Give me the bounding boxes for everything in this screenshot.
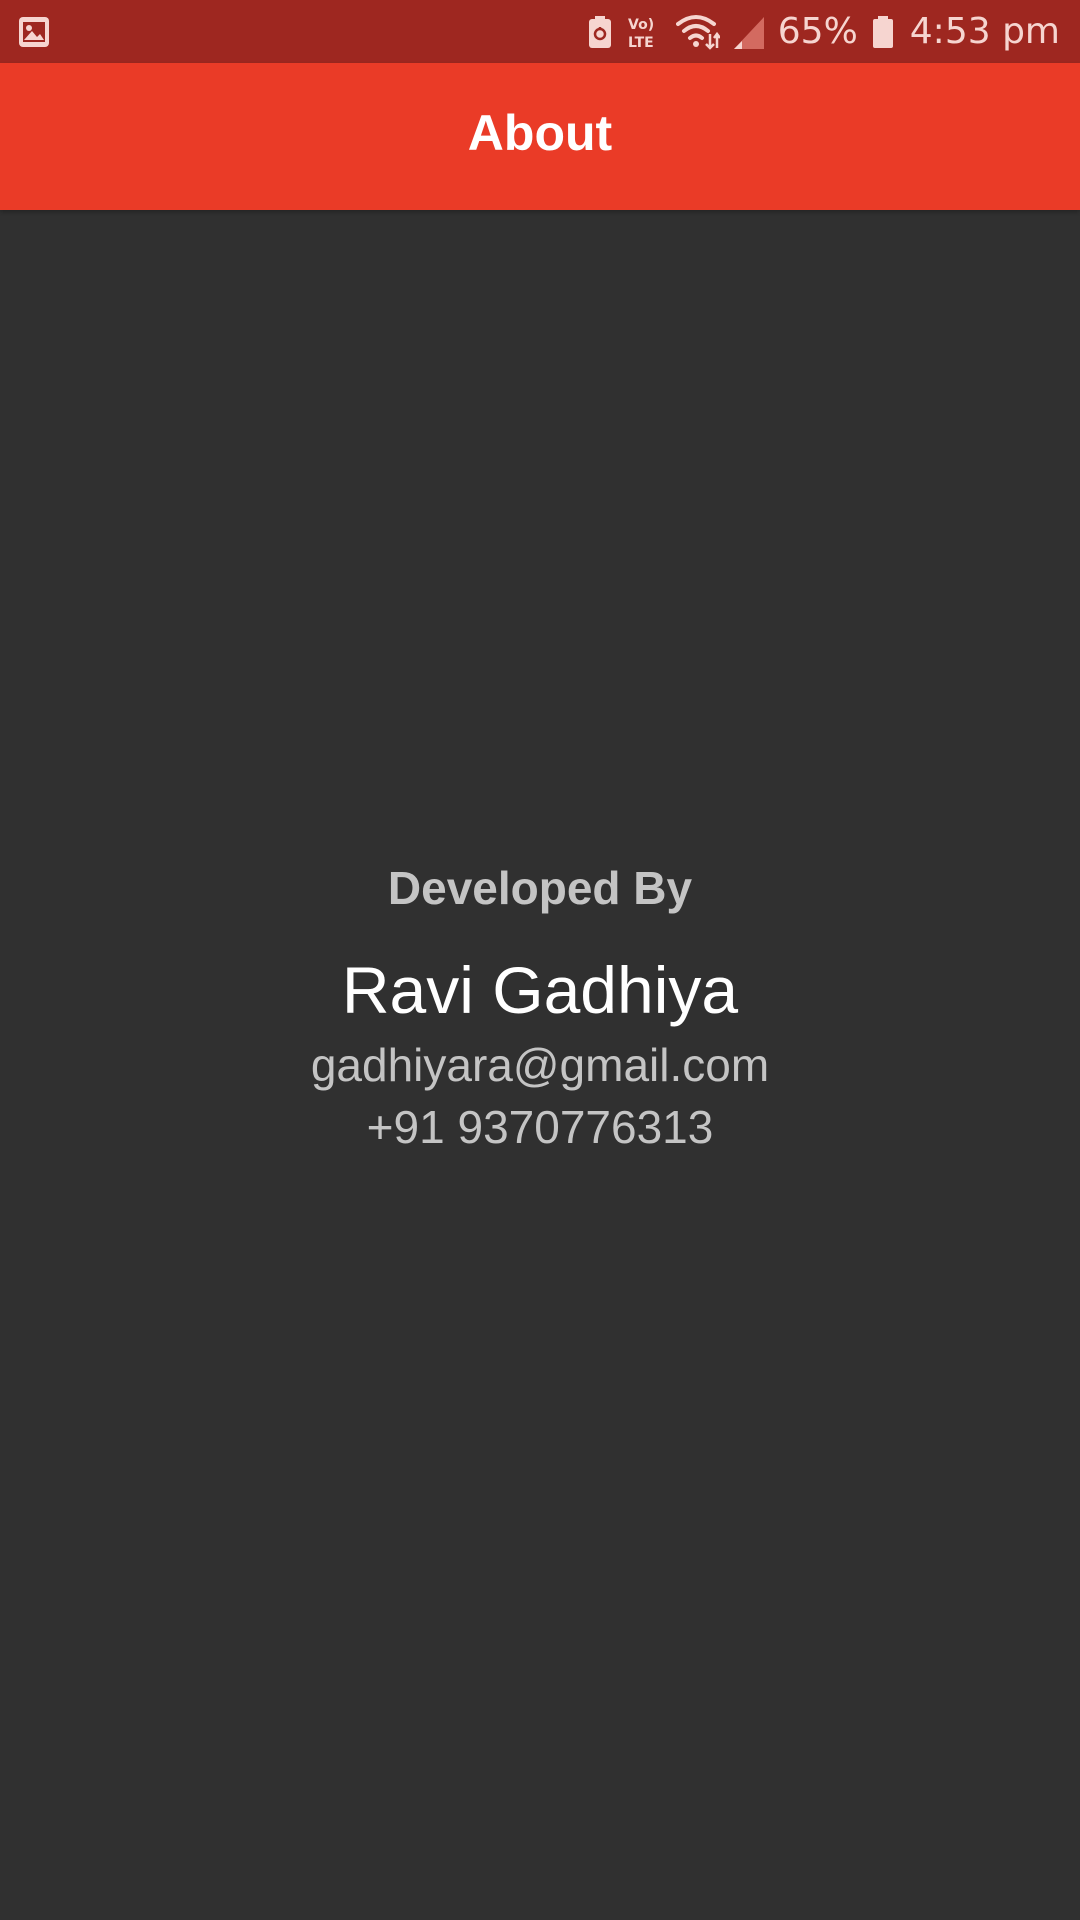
battery-percentage: 65% xyxy=(777,11,858,52)
status-bar-left xyxy=(18,14,50,50)
status-bar-right: Vo) LTE 65% 4:53 pm xyxy=(588,0,1060,63)
svg-text:Vo): Vo) xyxy=(628,17,654,33)
signal-icon xyxy=(733,15,764,49)
app-bar: About xyxy=(0,63,1080,210)
developer-email[interactable]: gadhiyara@gmail.com xyxy=(0,1034,1080,1096)
battery-saver-icon xyxy=(588,15,612,49)
status-clock: 4:53 pm xyxy=(909,11,1060,52)
battery-icon xyxy=(872,15,894,49)
wifi-icon xyxy=(675,14,720,50)
developer-name: Ravi Gadhiya xyxy=(341,953,739,1027)
about-content: Developed By Ravi Gadhiya gadhiyara@gmai… xyxy=(0,210,1080,1920)
status-bar: Vo) LTE 65% 4:53 pm xyxy=(0,0,1080,63)
image-notification-icon xyxy=(18,16,50,48)
developer-info: Developed By Ravi Gadhiya gadhiyara@gmai… xyxy=(0,850,1080,1158)
developed-by-heading: Developed By xyxy=(387,862,693,914)
volte-icon: Vo) LTE xyxy=(626,14,662,50)
developer-phone[interactable]: +91 9370776313 xyxy=(0,1096,1080,1158)
svg-text:LTE: LTE xyxy=(628,35,654,50)
page-title: About xyxy=(467,104,613,161)
